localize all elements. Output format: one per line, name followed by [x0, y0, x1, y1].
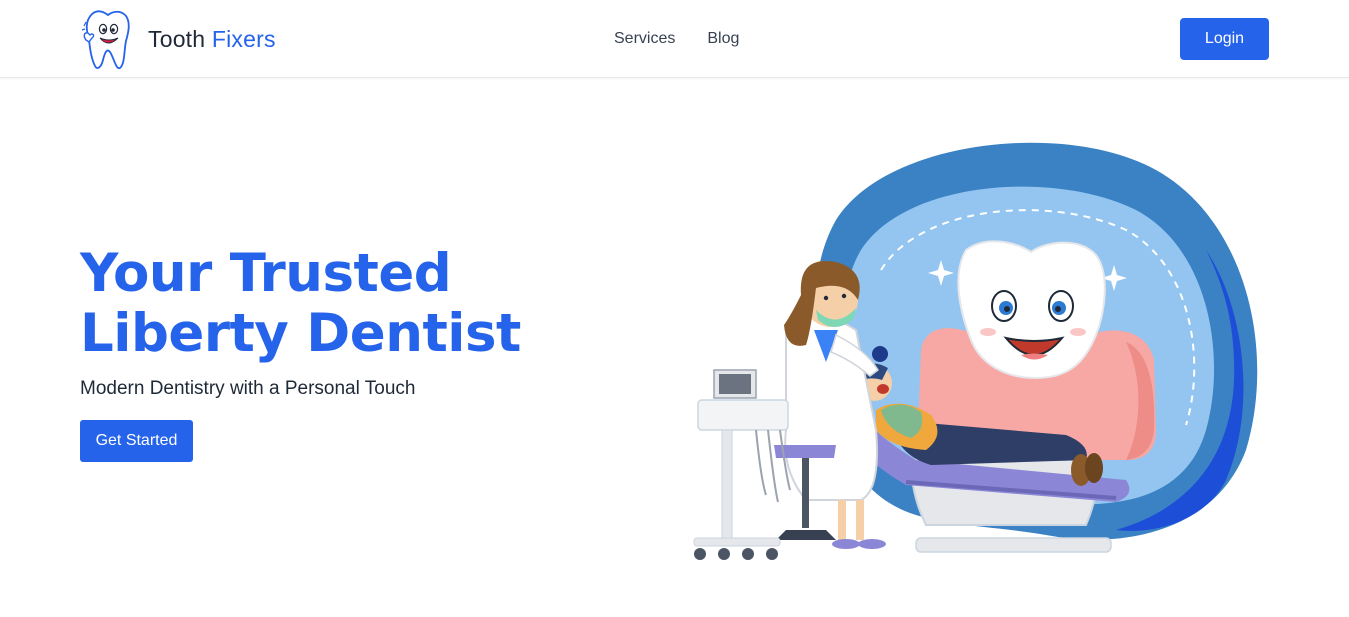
hero-title-line2: Liberty Dentist [80, 303, 521, 364]
main-nav: Services Blog [614, 30, 739, 48]
get-started-button[interactable]: Get Started [80, 420, 193, 462]
nav-link-services[interactable]: Services [614, 30, 675, 48]
tooth-logo-icon [81, 10, 130, 70]
navbar: Tooth Fixers Services Blog Login [0, 0, 1349, 78]
login-button[interactable]: Login [1180, 18, 1269, 60]
dentist-illustration-icon [693, 142, 1258, 560]
nav-link-blog[interactable]: Blog [707, 30, 739, 48]
brand-name-part1: Tooth [148, 25, 206, 52]
brand-name-part2: Fixers [211, 25, 276, 52]
brand-name: Tooth Fixers [148, 26, 276, 53]
hero-subtitle: Modern Dentistry with a Personal Touch [80, 378, 416, 399]
hero-title-line1: Your Trusted [80, 243, 452, 304]
brand-link[interactable]: Tooth Fixers [80, 8, 276, 70]
hero-title: Your Trusted Liberty Dentist [80, 244, 600, 364]
